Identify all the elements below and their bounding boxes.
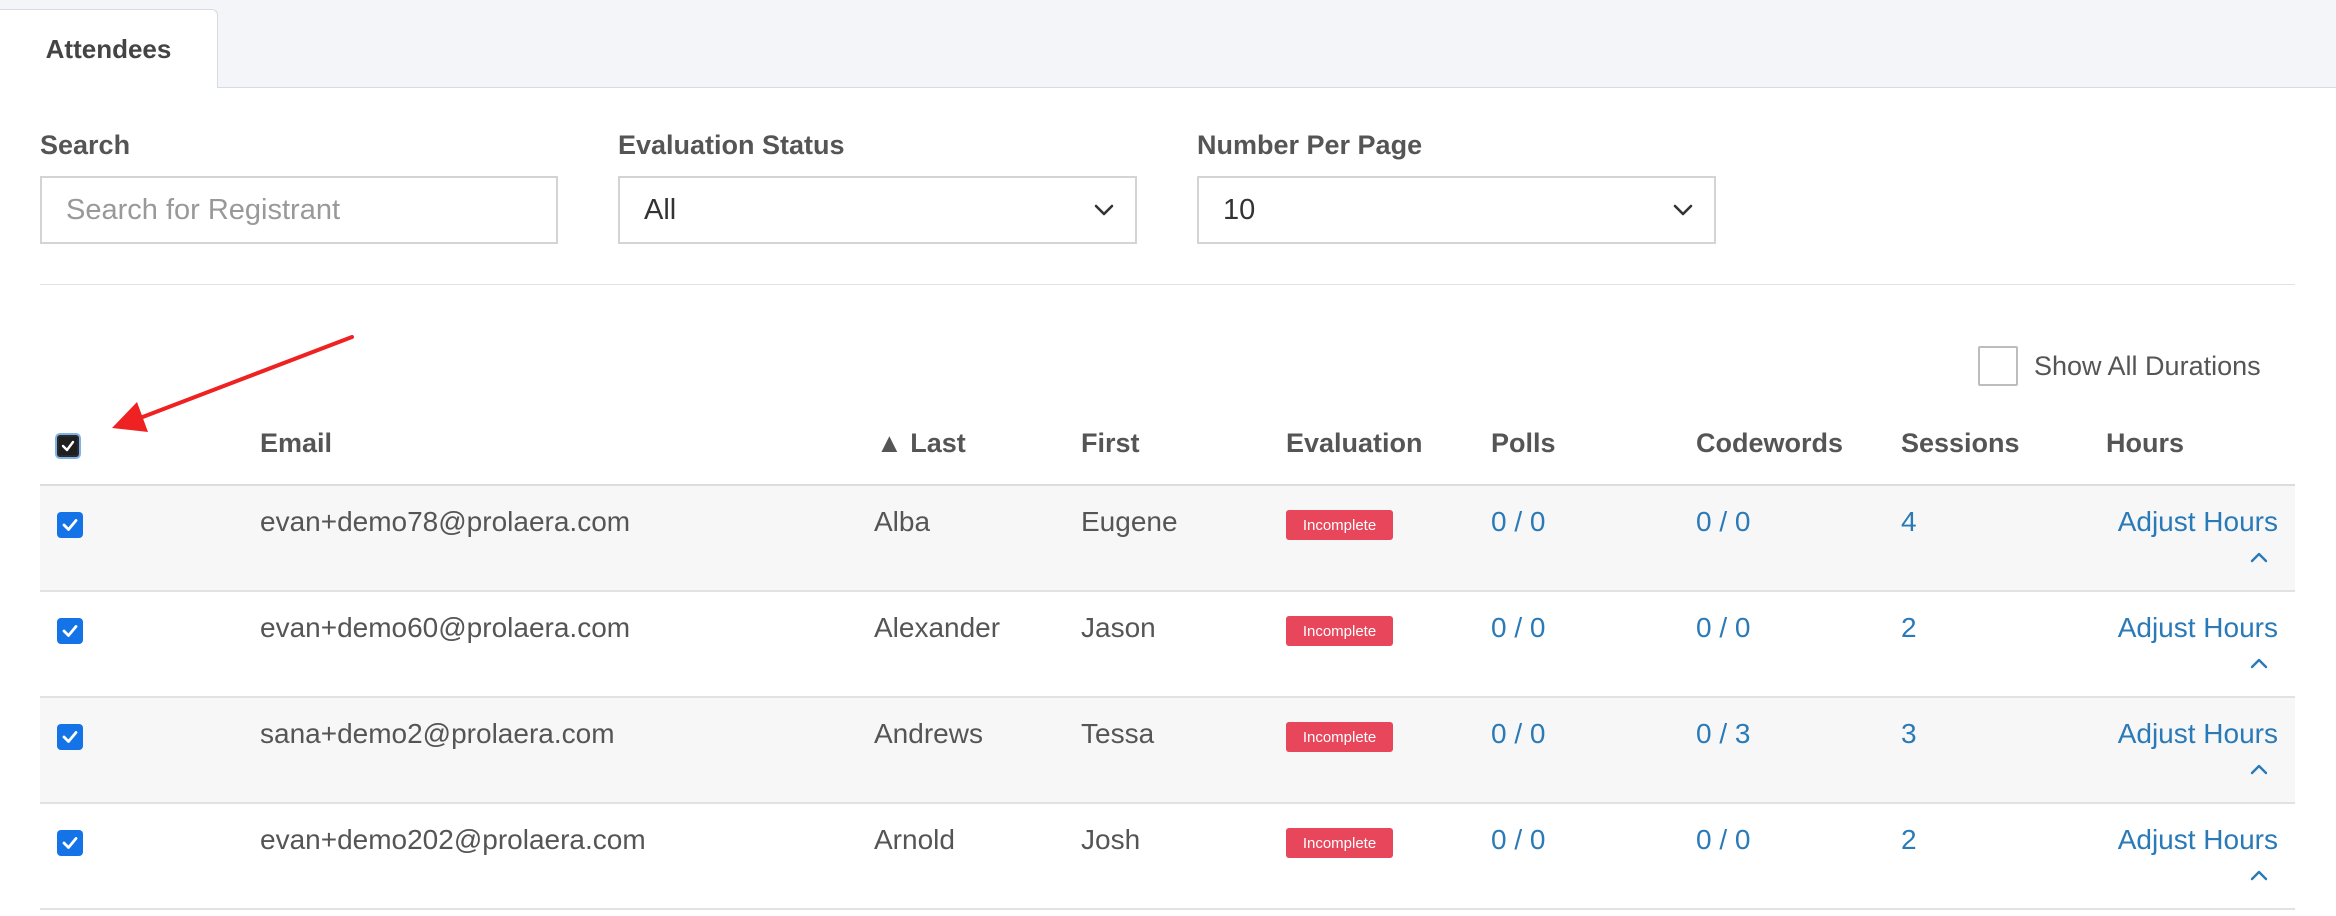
evaluation-status-value: All — [644, 193, 677, 226]
chevron-up-icon[interactable] — [2249, 656, 2269, 670]
show-all-durations[interactable]: Show All Durations — [1978, 346, 2261, 386]
first-name-cell: Tessa — [1081, 718, 1155, 749]
column-header-first[interactable]: First — [1081, 428, 1140, 459]
evaluation-status-badge: Incomplete — [1286, 828, 1393, 858]
codewords-link[interactable]: 0 / 0 — [1696, 612, 1750, 644]
per-page-value: 10 — [1223, 193, 1256, 226]
first-name-cell: Josh — [1081, 824, 1141, 855]
chevron-up-icon[interactable] — [2249, 550, 2269, 564]
row-checkbox[interactable] — [57, 830, 83, 856]
codewords-link[interactable]: 0 / 3 — [1696, 718, 1750, 750]
column-header-polls[interactable]: Polls — [1491, 428, 1556, 459]
evaluation-status-badge: Incomplete — [1286, 616, 1393, 646]
tab-attendees[interactable]: Attendees — [0, 9, 218, 88]
email-cell: evan+demo60@prolaera.com — [260, 612, 631, 643]
column-header-email[interactable]: Email — [260, 428, 332, 459]
table-row: evan+demo78@prolaera.com Alba Eugene Inc… — [40, 486, 2295, 592]
codewords-link[interactable]: 0 / 0 — [1696, 506, 1750, 538]
last-name-cell: Alexander — [874, 612, 1001, 643]
last-name-cell: Arnold — [874, 824, 955, 855]
show-all-durations-checkbox[interactable] — [1978, 346, 2018, 386]
table-row: evan+demo202@prolaera.com Arnold Josh In… — [40, 804, 2295, 910]
first-name-cell: Jason — [1081, 612, 1156, 643]
check-icon — [62, 625, 78, 637]
row-checkbox[interactable] — [57, 618, 83, 644]
per-page-label: Number Per Page — [1197, 130, 1423, 160]
adjust-hours-link[interactable]: Adjust Hours — [2118, 506, 2278, 538]
first-name-cell: Eugene — [1081, 506, 1178, 537]
email-cell: sana+demo2@prolaera.com — [260, 718, 615, 749]
sessions-link[interactable]: 2 — [1901, 612, 1917, 644]
check-icon — [62, 519, 78, 531]
sessions-link[interactable]: 2 — [1901, 824, 1917, 856]
search-input[interactable]: Search for Registrant — [40, 176, 558, 244]
adjust-hours-link[interactable]: Adjust Hours — [2118, 612, 2278, 644]
codewords-link[interactable]: 0 / 0 — [1696, 824, 1750, 856]
chevron-down-icon — [1672, 199, 1694, 221]
chevron-down-icon — [1093, 199, 1115, 221]
email-cell: evan+demo78@prolaera.com — [260, 506, 631, 537]
row-checkbox[interactable] — [57, 512, 83, 538]
tab-bar: Attendees — [0, 0, 2336, 88]
sessions-link[interactable]: 3 — [1901, 718, 1917, 750]
last-name-cell: Alba — [874, 506, 931, 537]
adjust-hours-link[interactable]: Adjust Hours — [2118, 718, 2278, 750]
chevron-up-icon[interactable] — [2249, 868, 2269, 882]
last-name-cell: Andrews — [874, 718, 983, 749]
email-cell: evan+demo202@prolaera.com — [260, 824, 646, 855]
polls-link[interactable]: 0 / 0 — [1491, 718, 1545, 750]
search-label: Search — [40, 130, 131, 160]
evaluation-status-badge: Incomplete — [1286, 510, 1393, 540]
evaluation-status-select[interactable]: All — [618, 176, 1137, 244]
polls-link[interactable]: 0 / 0 — [1491, 506, 1545, 538]
check-icon — [62, 837, 78, 849]
table-row: sana+demo2@prolaera.com Andrews Tessa In… — [40, 698, 2295, 804]
show-all-durations-label: Show All Durations — [2034, 350, 2261, 381]
row-checkbox[interactable] — [57, 724, 83, 750]
table-row: evan+demo60@prolaera.com Alexander Jason… — [40, 592, 2295, 698]
polls-link[interactable]: 0 / 0 — [1491, 824, 1545, 856]
sessions-link[interactable]: 4 — [1901, 506, 1917, 538]
evaluation-status-badge: Incomplete — [1286, 722, 1393, 752]
per-page-select[interactable]: 10 — [1197, 176, 1716, 244]
check-icon — [62, 731, 78, 743]
evaluation-status-label: Evaluation Status — [618, 130, 845, 160]
column-header-evaluation[interactable]: Evaluation — [1286, 428, 1423, 459]
check-icon — [61, 440, 75, 452]
adjust-hours-link[interactable]: Adjust Hours — [2118, 824, 2278, 856]
divider — [40, 284, 2295, 285]
column-header-hours[interactable]: Hours — [2106, 428, 2184, 459]
chevron-up-icon[interactable] — [2249, 762, 2269, 776]
column-header-sessions[interactable]: Sessions — [1901, 428, 2020, 459]
column-header-codewords[interactable]: Codewords — [1696, 428, 1843, 459]
column-header-last[interactable]: ▲ Last — [876, 428, 966, 459]
polls-link[interactable]: 0 / 0 — [1491, 612, 1545, 644]
select-all-checkbox[interactable] — [57, 435, 79, 457]
